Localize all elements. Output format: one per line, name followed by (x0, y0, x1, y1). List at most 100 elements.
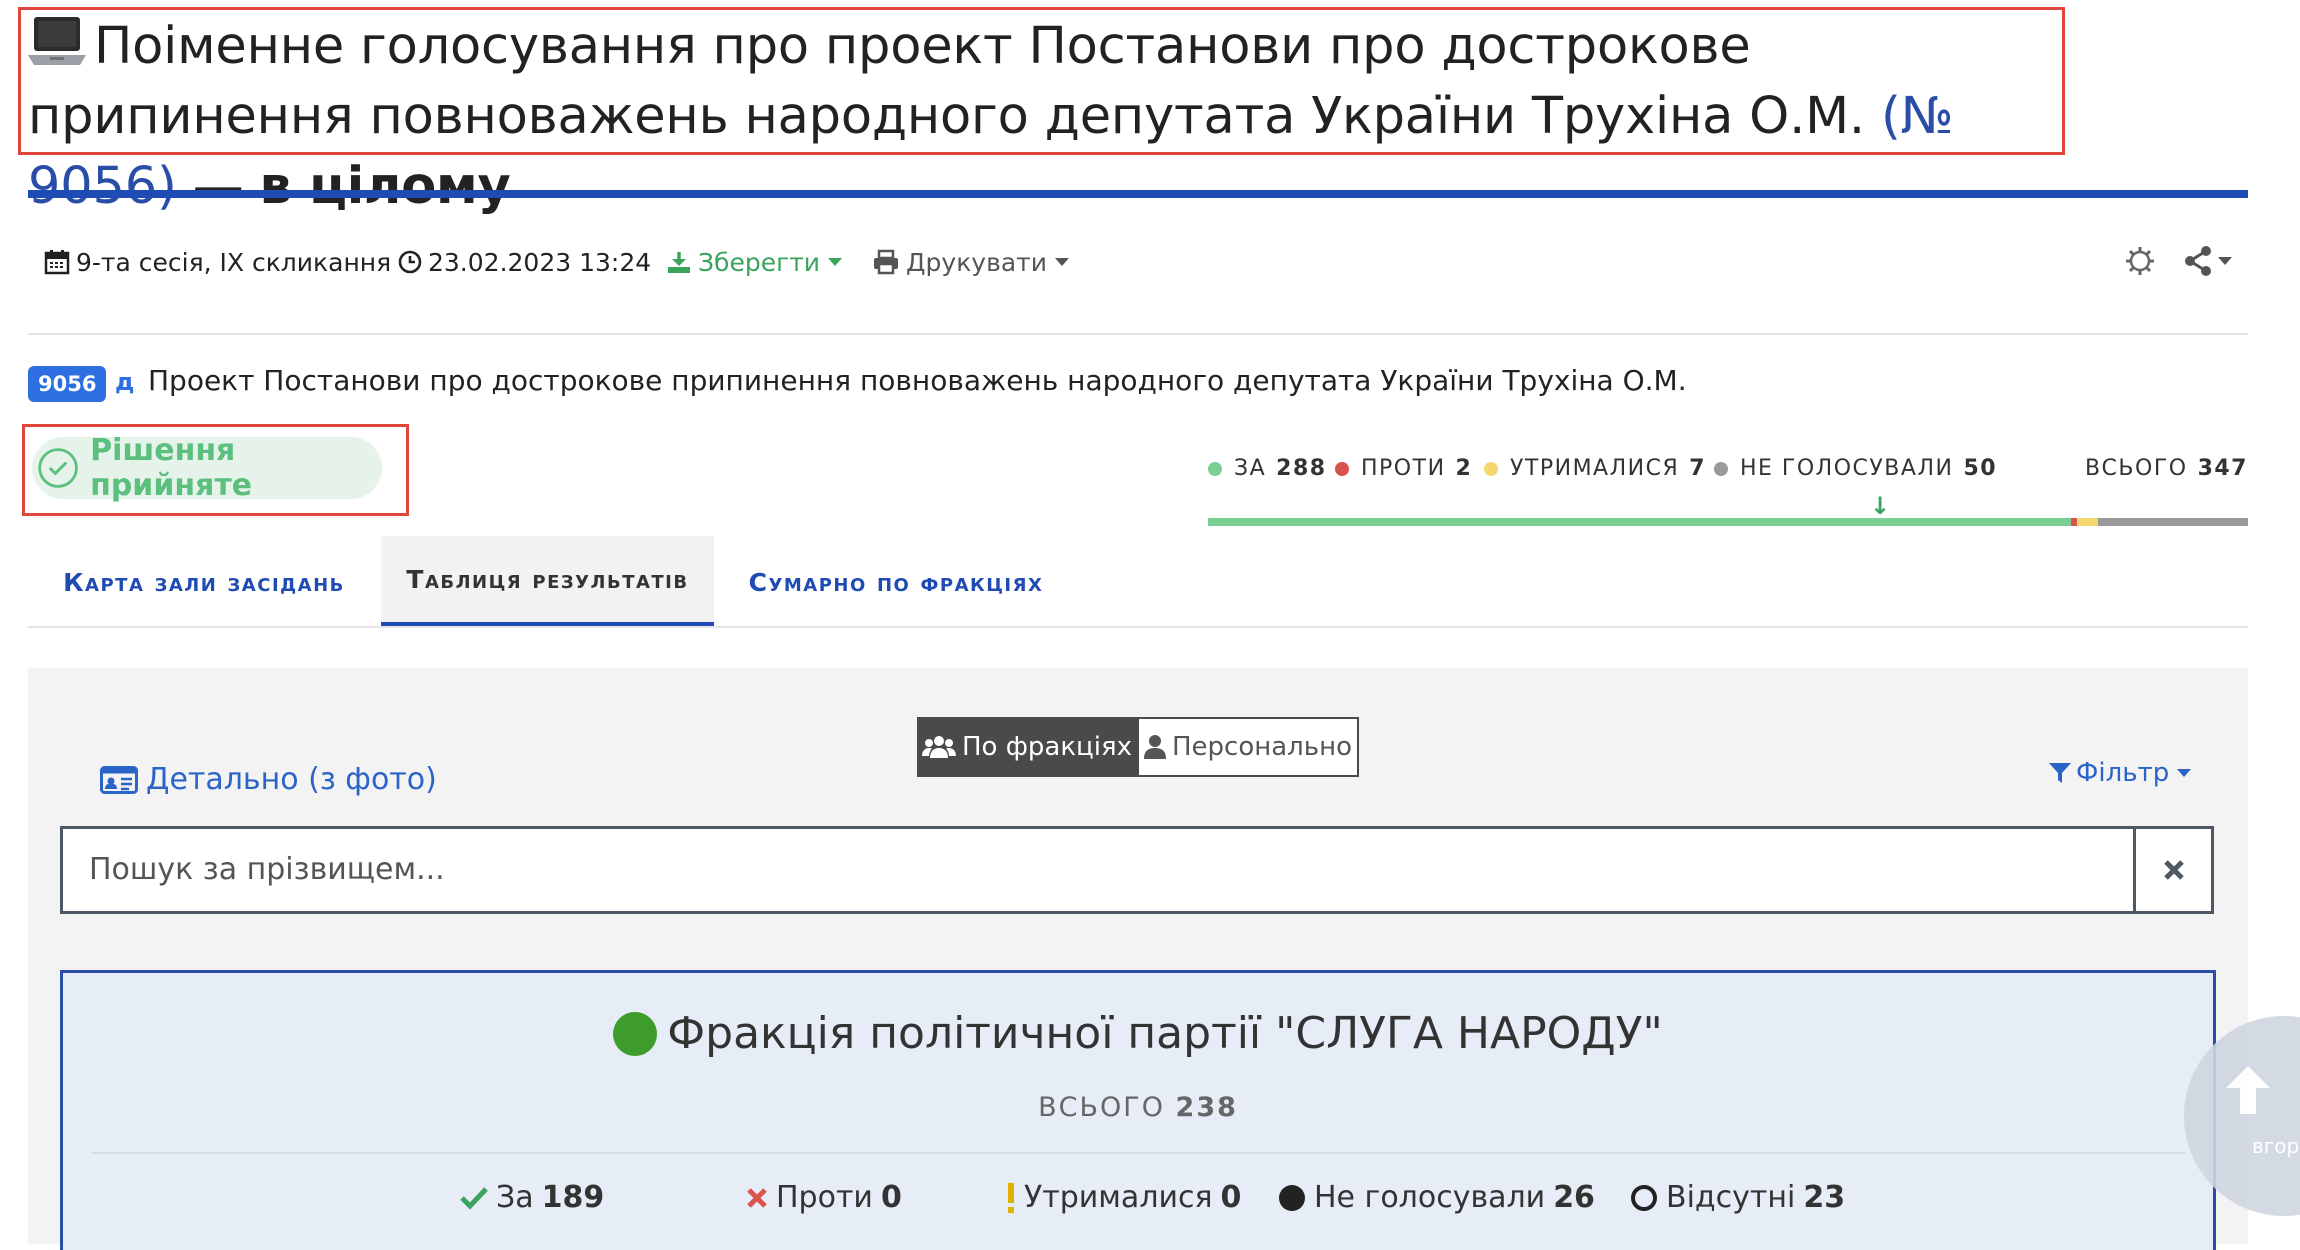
faction-stat-notvoted: Не голосували 26 (1278, 1180, 1595, 1215)
session-info: 9-та сесія, IX скликання (44, 244, 391, 280)
faction-total-value: 238 (1175, 1092, 1238, 1123)
bar-segment-for (1208, 518, 2072, 526)
save-label: Зберегти (698, 247, 821, 277)
legend-notvoted-label: НЕ ГОЛОСУВАЛИ (1740, 456, 1954, 481)
faction-total-label: ВСЬОГО (1038, 1092, 1165, 1123)
notvoted-dot-icon (1714, 461, 1728, 476)
bill-number-badge[interactable]: 9056 (28, 366, 107, 402)
vote-datetime: 23.02.2023 13:24 (398, 244, 651, 280)
decision-badge: Рішення прийняте (32, 433, 382, 503)
stat-for-label: За (496, 1180, 534, 1215)
chevron-down-icon (2177, 769, 2192, 777)
calendar-icon (44, 250, 70, 275)
stat-absent-value: 23 (1803, 1180, 1846, 1215)
filter-dropdown[interactable]: Фільтр (2048, 758, 2192, 788)
save-dropdown[interactable]: Зберегти (666, 244, 843, 280)
share-button[interactable] (2184, 244, 2234, 282)
legend-notvoted-value: 50 (1963, 456, 1998, 481)
download-icon (668, 252, 690, 273)
legend-for-value: 288 (1276, 456, 1327, 481)
header-divider (28, 190, 2248, 198)
title-scope: в цілому (259, 157, 511, 216)
user-icon (1143, 735, 1166, 759)
legend-for: ЗА 288 (1208, 456, 1327, 481)
bill-type-letter: д (115, 368, 135, 396)
majority-arrow-icon: ↓ (1870, 492, 1891, 520)
faction-stat-for: За 189 (460, 1180, 604, 1215)
back-to-top-label: вгор (2252, 1134, 2300, 1158)
faction-name: Фракція політичної партії "СЛУГА НАРОДУ" (667, 1008, 1663, 1059)
vote-progress-bar (1208, 518, 2248, 526)
stat-notvoted-label: Не голосували (1314, 1180, 1546, 1215)
faction-divider (92, 1152, 2186, 1154)
id-card-icon (100, 765, 138, 794)
tab-faction-summary[interactable]: Сумарно по фракціях (714, 536, 1078, 628)
faction-stat-absent: Відсутні 23 (1630, 1180, 1845, 1215)
surname-search-input[interactable]: Пошук за прізвищем... (60, 826, 2136, 914)
bar-segment-abstain (2077, 518, 2099, 526)
legend-notvoted: НЕ ГОЛОСУВАЛИ 50 (1714, 456, 1997, 481)
stat-abstain-label: Утрималися (1024, 1180, 1213, 1215)
session-label: 9-та сесія, IX скликання (76, 247, 392, 277)
gear-icon (2126, 247, 2154, 275)
view-personal-button[interactable]: Персонально (1137, 717, 1359, 777)
stat-for-value: 189 (541, 1180, 605, 1215)
search-clear-button[interactable] (2136, 826, 2214, 914)
view-personal-label: Персонально (1171, 732, 1353, 762)
print-label: Друкувати (906, 247, 1047, 277)
chevron-down-icon (828, 258, 843, 266)
legend-for-label: ЗА (1234, 456, 1267, 481)
legend-abstain: УТРИМАЛИСЯ 7 (1484, 456, 1706, 481)
stat-against-value: 0 (880, 1180, 902, 1215)
clock-icon (398, 250, 422, 274)
legend-against: ПРОТИ 2 (1335, 456, 1472, 481)
faction-color-dot-icon (613, 1011, 658, 1056)
share-icon (2185, 246, 2232, 276)
faction-title: Фракція політичної партії "СЛУГА НАРОДУ" (60, 1008, 2216, 1059)
empty-circle-icon (1630, 1184, 1658, 1212)
tabs-divider (28, 626, 2248, 628)
stat-absent-label: Відсутні (1666, 1180, 1796, 1215)
filled-circle-icon (1278, 1184, 1306, 1212)
users-icon (921, 736, 956, 758)
abstain-dot-icon (1484, 461, 1498, 476)
settings-button[interactable] (2124, 244, 2156, 282)
title-dash: — (192, 157, 244, 216)
legend-abstain-label: УТРИМАЛИСЯ (1510, 456, 1680, 481)
faction-stat-against: Проти 0 (746, 1180, 902, 1215)
exclamation-icon (1006, 1182, 1016, 1214)
legend-abstain-value: 7 (1689, 456, 1707, 481)
for-dot-icon (1208, 461, 1222, 476)
bar-segment-notvoted (2098, 518, 2248, 526)
legend-total: ВСЬОГО 347 (2085, 456, 2248, 481)
tab-hall-map[interactable]: Карта зали засідань (28, 536, 380, 628)
detail-link-label: Детально (з фото) (146, 762, 437, 797)
close-icon (2163, 860, 2184, 880)
check-circle-icon (38, 448, 78, 488)
title-text: Поіменне голосування про проект Постанов… (28, 17, 1865, 146)
legend-total-value: 347 (2197, 456, 2248, 481)
decision-label: Рішення прийняте (90, 433, 253, 503)
stat-notvoted-value: 26 (1553, 1180, 1595, 1215)
view-by-faction-label: По фракціях (961, 732, 1133, 762)
legend-total-label: ВСЬОГО (2084, 456, 2188, 481)
laptop-icon (28, 15, 86, 67)
detail-with-photo-link[interactable]: Детально (з фото) (100, 762, 437, 797)
faction-stat-abstain: Утрималися 0 (1006, 1180, 1241, 1215)
filter-icon (2049, 763, 2071, 783)
against-dot-icon (1335, 461, 1349, 476)
cross-icon (746, 1187, 768, 1209)
legend-against-label: ПРОТИ (1361, 456, 1446, 481)
tab-results-table[interactable]: Таблиця результатів (381, 536, 714, 628)
bill-title[interactable]: Проект Постанови про дострокове припинен… (148, 364, 1687, 397)
arrow-up-icon (2226, 1066, 2270, 1114)
view-by-faction-button[interactable]: По фракціях (917, 717, 1137, 777)
stat-against-label: Проти (776, 1180, 873, 1215)
vote-legend: ЗА 288 ПРОТИ 2 УТРИМАЛИСЯ 7 НЕ ГОЛОСУВАЛ… (1208, 456, 2248, 488)
print-dropdown[interactable]: Друкувати (872, 244, 1069, 280)
faction-total: ВСЬОГО 238 (60, 1092, 2216, 1123)
filter-label: Фільтр (2076, 758, 2170, 788)
datetime-label: 23.02.2023 13:24 (428, 247, 652, 277)
check-icon (460, 1186, 488, 1210)
legend-against-value: 2 (1455, 456, 1473, 481)
